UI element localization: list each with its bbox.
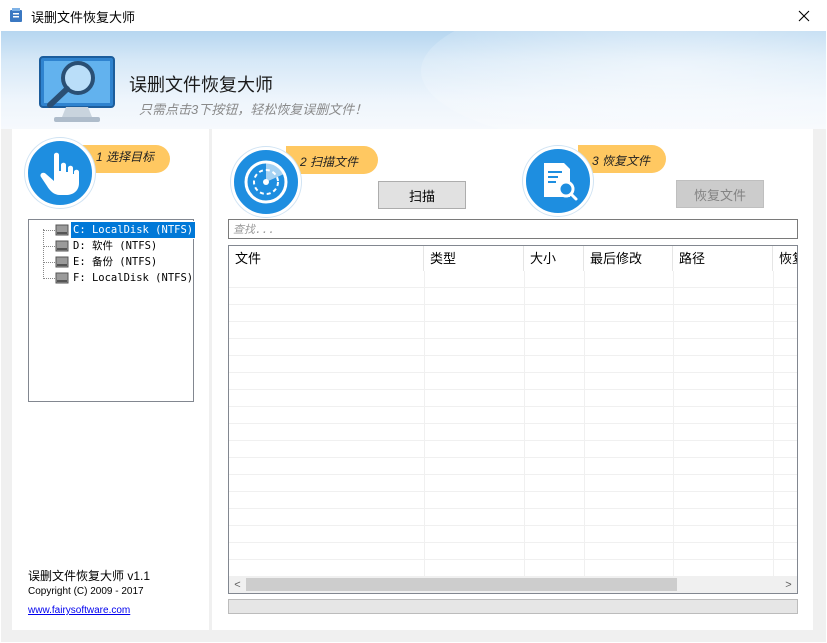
scrollbar-thumb[interactable]: [246, 578, 677, 591]
scroll-right-button[interactable]: >: [780, 576, 797, 593]
right-panel: 2 扫描文件 扫描 3 恢复文件 恢复文件 查找... 文件 类型 大小 最后修…: [212, 129, 813, 630]
step-3-circle: [523, 146, 593, 216]
file-list-rows: [229, 271, 797, 578]
radar-scan-icon: [244, 160, 288, 204]
scroll-left-button[interactable]: <: [229, 576, 246, 593]
hard-drive-icon: [55, 272, 69, 284]
banner: 误删文件恢复大师 只需点击3下按钮，轻松恢复误删文件！: [1, 31, 826, 129]
search-input[interactable]: [229, 220, 797, 238]
horizontal-scrollbar[interactable]: < >: [229, 576, 797, 593]
recover-button[interactable]: 恢复文件: [676, 180, 764, 208]
copyright: Copyright (C) 2009 - 2017: [28, 586, 144, 597]
step-3-label: 3 恢复文件: [592, 154, 651, 168]
file-list-header: 文件 类型 大小 最后修改 路径 恢复: [229, 246, 797, 271]
progress-bar: [228, 599, 798, 614]
drive-item-c[interactable]: C: LocalDisk (NTFS): [29, 221, 197, 239]
document-search-icon: [544, 163, 578, 201]
left-panel: 1 选择目标 C: LocalDisk (NTFS) D: 软件 (NTFS) …: [12, 129, 209, 630]
drive-item-d[interactable]: D: 软件 (NTFS): [29, 238, 191, 254]
close-button[interactable]: [781, 0, 827, 31]
app-version: 误删文件恢复大师 v1.1: [28, 569, 151, 583]
file-list[interactable]: 文件 类型 大小 最后修改 路径 恢复 < >: [228, 245, 798, 594]
window-title: 误删文件恢复大师: [31, 10, 136, 25]
app-icon: [10, 8, 22, 22]
column-header-modified[interactable]: 最后修改: [584, 246, 673, 271]
title-bar: 误删文件恢复大师: [0, 0, 827, 31]
website-link[interactable]: www.fairysoftware.com: [28, 605, 130, 616]
drive-label: D: 软件 (NTFS): [73, 240, 158, 252]
step-2-circle: [231, 147, 301, 217]
column-header-path[interactable]: 路径: [673, 246, 773, 271]
step-1-label: 1 选择目标: [96, 150, 155, 164]
drive-tree[interactable]: C: LocalDisk (NTFS) D: 软件 (NTFS) E: 备份 (…: [28, 219, 197, 402]
column-header-type[interactable]: 类型: [424, 246, 524, 271]
step-1-circle: [25, 138, 95, 208]
window-body: 误删文件恢复大师 只需点击3下按钮，轻松恢复误删文件！ 1 选择目标 C: Lo…: [1, 31, 826, 642]
banner-subtitle: 只需点击3下按钮，轻松恢复误删文件！: [139, 102, 368, 117]
monitor-magnifier-icon: [39, 56, 115, 122]
drive-item-e[interactable]: E: 备份 (NTFS): [29, 254, 191, 270]
drive-label: F: LocalDisk (NTFS): [73, 272, 194, 284]
close-icon: [798, 10, 810, 21]
hard-drive-icon: [55, 240, 69, 252]
column-header-recover[interactable]: 恢复: [773, 246, 797, 271]
column-header-file[interactable]: 文件: [229, 246, 424, 271]
banner-title: 误删文件恢复大师: [129, 75, 273, 95]
drive-label: E: 备份 (NTFS): [73, 256, 158, 268]
hard-drive-icon: [55, 224, 69, 236]
drive-label: C: LocalDisk (NTFS): [69, 221, 197, 239]
hard-drive-icon: [55, 256, 69, 268]
search-box[interactable]: [228, 219, 798, 239]
drive-item-f[interactable]: F: LocalDisk (NTFS): [29, 270, 193, 286]
step-2-label: 2 扫描文件: [300, 155, 359, 169]
hand-pointer-icon: [40, 152, 79, 195]
column-header-size[interactable]: 大小: [524, 246, 584, 271]
scan-button[interactable]: 扫描: [378, 181, 466, 209]
